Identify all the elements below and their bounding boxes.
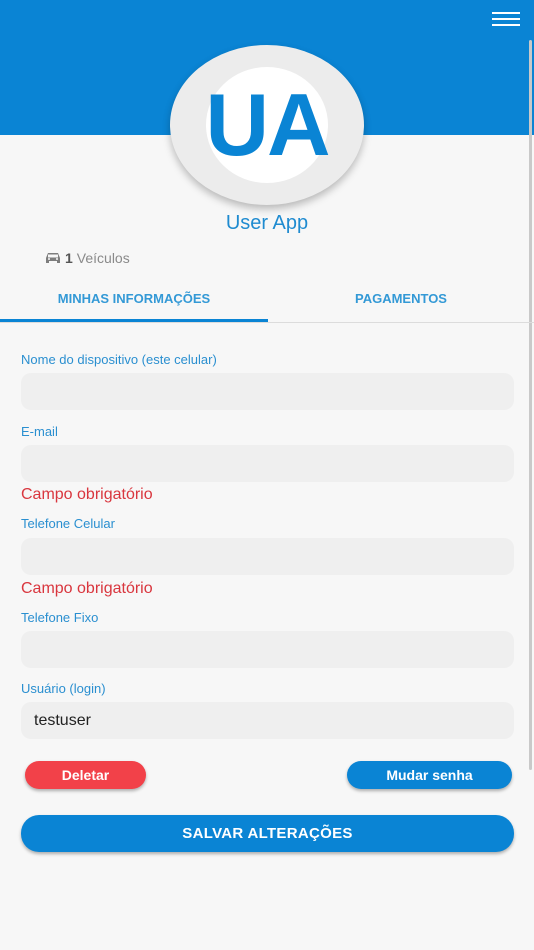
- email-error: Campo obrigatório: [21, 486, 153, 503]
- avatar: UA: [170, 45, 364, 205]
- tab-bar: MINHAS INFORMAÇÕES PAGAMENTOS: [0, 280, 534, 323]
- tab-my-info[interactable]: MINHAS INFORMAÇÕES: [0, 280, 268, 322]
- hamburger-menu-icon[interactable]: [492, 12, 520, 28]
- mobile-phone-label: Telefone Celular: [21, 516, 115, 531]
- username-label: Usuário (login): [21, 681, 106, 696]
- car-icon: [46, 253, 60, 263]
- vehicles-summary: 1 Veículos: [45, 250, 130, 266]
- username-input[interactable]: [21, 702, 514, 739]
- change-password-button[interactable]: Mudar senha: [347, 761, 512, 789]
- vehicles-label: Veículos: [76, 250, 130, 266]
- mobile-phone-error: Campo obrigatório: [21, 580, 153, 597]
- device-name-label: Nome do dispositivo (este celular): [21, 352, 217, 367]
- landline-phone-input[interactable]: [21, 631, 514, 668]
- mobile-phone-input[interactable]: [21, 538, 514, 575]
- vehicles-count: 1: [65, 250, 73, 266]
- landline-phone-label: Telefone Fixo: [21, 610, 99, 625]
- save-changes-button[interactable]: SALVAR ALTERAÇÕES: [21, 815, 514, 852]
- delete-button[interactable]: Deletar: [25, 761, 146, 789]
- device-name-input[interactable]: [21, 373, 514, 410]
- email-label: E-mail: [21, 424, 58, 439]
- avatar-initials: UA: [205, 75, 330, 174]
- user-name: User App: [225, 212, 309, 234]
- scrollbar[interactable]: [529, 40, 532, 770]
- tab-payments[interactable]: PAGAMENTOS: [268, 280, 534, 320]
- email-input[interactable]: [21, 445, 514, 482]
